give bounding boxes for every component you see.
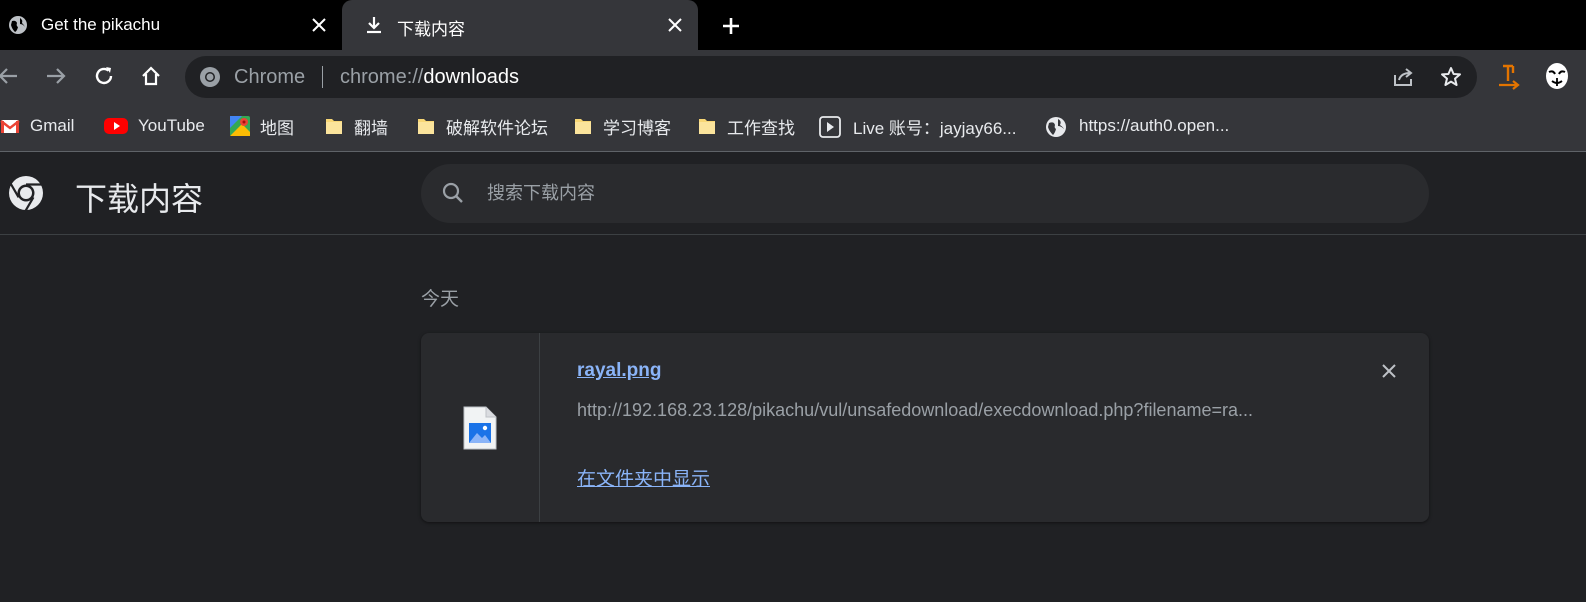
bookmark-label: Live 账号：jayjay66... <box>853 118 1017 138</box>
extension-translate-icon[interactable] <box>1497 63 1523 91</box>
home-button[interactable] <box>137 62 165 90</box>
search-icon <box>441 181 465 205</box>
bookmark-gmail[interactable]: Gmail <box>0 114 74 138</box>
bookmark-folder-software-forum[interactable]: 破解软件论坛 <box>416 114 548 138</box>
back-button[interactable] <box>0 62 22 90</box>
forward-button[interactable] <box>42 62 70 90</box>
bookmark-folder-fanqiang[interactable]: 翻墙 <box>324 114 388 138</box>
bookmark-label: 地图 <box>260 118 294 138</box>
date-group-label: 今天 <box>421 289 460 310</box>
folder-icon <box>416 116 436 136</box>
bookmark-maps[interactable]: 地图 <box>230 114 294 138</box>
play-icon <box>819 116 843 138</box>
gmail-icon <box>0 116 20 136</box>
globe-icon <box>1045 116 1067 137</box>
download-source-url: http://192.168.23.128/pikachu/vul/unsafe… <box>577 400 1253 420</box>
search-box[interactable] <box>421 164 1429 223</box>
globe-icon <box>8 15 28 35</box>
remove-download-icon[interactable] <box>1377 359 1401 383</box>
image-file-icon <box>463 406 497 450</box>
address-bar[interactable]: Chrome chrome://downloads <box>185 56 1477 98</box>
show-in-folder-link[interactable]: 在文件夹中显示 <box>577 464 710 491</box>
youtube-icon <box>104 116 128 136</box>
file-name-link[interactable]: rayal.png <box>577 360 661 382</box>
download-icon <box>364 15 384 35</box>
site-label: Chrome <box>234 66 306 88</box>
search-input[interactable] <box>487 164 1407 223</box>
page-title: 下载内容 <box>75 181 204 217</box>
bookmark-label: 翻墙 <box>354 118 388 138</box>
tab-title: Get the pikachu <box>41 15 161 34</box>
downloads-header: 下载内容 <box>0 153 1586 235</box>
folder-icon <box>324 116 344 136</box>
close-tab-icon[interactable] <box>664 14 686 36</box>
reload-button[interactable] <box>90 62 118 90</box>
bookmark-folder-job-search[interactable]: 工作查找 <box>697 114 795 138</box>
bookmark-star-icon[interactable] <box>1439 65 1463 89</box>
bookmark-label: 破解软件论坛 <box>446 118 548 138</box>
url-host: downloads <box>423 66 519 88</box>
new-tab-button[interactable] <box>718 13 744 39</box>
chrome-logo-icon <box>8 175 44 212</box>
url-text[interactable]: chrome://downloads <box>340 66 519 89</box>
bookmark-label: Gmail <box>30 116 75 135</box>
file-icon-column <box>421 333 540 522</box>
folder-icon <box>573 116 593 136</box>
bookmark-live-account[interactable]: Live 账号：jayjay66... <box>819 114 1016 138</box>
tab-title: 下载内容 <box>397 20 465 39</box>
bookmark-label: YouTube <box>138 116 205 135</box>
bookmark-label: https://auth0.open... <box>1079 116 1230 135</box>
chrome-icon <box>199 66 221 88</box>
tab-downloads[interactable]: 下载内容 <box>342 0 698 50</box>
close-tab-icon[interactable] <box>308 14 330 36</box>
toolbar: Chrome chrome://downloads <box>0 50 1586 102</box>
share-icon[interactable] <box>1391 65 1415 89</box>
tab-get-the-pikachu[interactable]: Get the pikachu <box>0 0 342 50</box>
bookmark-label: 工作查找 <box>727 118 795 138</box>
tab-strip: Get the pikachu 下载内容 <box>0 0 1586 50</box>
url-scheme: chrome:// <box>340 66 424 88</box>
bookmark-label: 学习博客 <box>603 118 671 138</box>
bookmarks-bar: Gmail YouTube 地图 翻墙 破解软件论坛 学习博客 工作查找 Liv… <box>0 102 1586 152</box>
bookmark-auth0[interactable]: https://auth0.open... <box>1045 114 1229 138</box>
maps-icon <box>230 116 250 136</box>
extension-mask-icon[interactable] <box>1544 62 1570 90</box>
bookmark-folder-study-blog[interactable]: 学习博客 <box>573 114 671 138</box>
download-item: rayal.png http://192.168.23.128/pikachu/… <box>421 333 1429 522</box>
omnibox-divider <box>322 66 323 88</box>
bookmark-youtube[interactable]: YouTube <box>104 114 205 138</box>
folder-icon <box>697 116 717 136</box>
